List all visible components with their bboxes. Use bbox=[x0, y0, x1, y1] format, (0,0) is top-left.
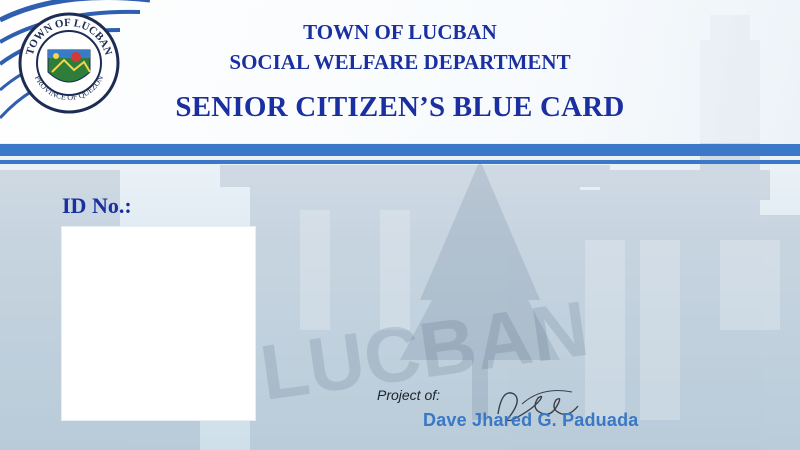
id-number-label: ID No.: bbox=[62, 193, 132, 218]
department-heading: SOCIAL WELFARE DEPARTMENT bbox=[229, 50, 571, 74]
header-divider-stripe bbox=[0, 144, 800, 156]
photo-placeholder bbox=[61, 226, 256, 421]
card-title: SENIOR CITIZEN’S BLUE CARD bbox=[175, 91, 625, 123]
header-divider-thin-stripe bbox=[0, 160, 800, 164]
town-name-heading: TOWN OF LUCBAN bbox=[303, 20, 497, 44]
blue-card: LUCBAN TOWN OF LUCBAN PROVINCE OF QUEZON… bbox=[0, 0, 800, 450]
author-name: Dave Jhared G. Paduada bbox=[423, 410, 639, 430]
project-of-label: Project of: bbox=[377, 387, 441, 403]
